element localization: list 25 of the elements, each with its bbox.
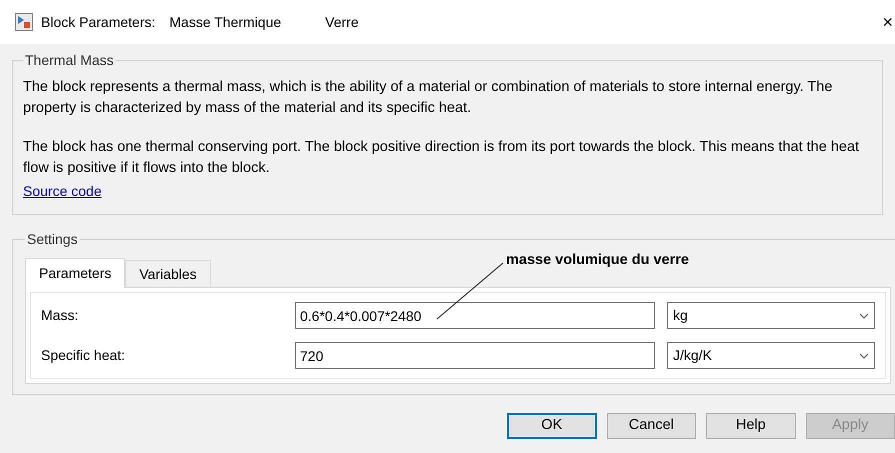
dialog-button[interactable]: Cancel — [606, 413, 696, 439]
close-button[interactable]: × — [882, 13, 893, 31]
chevron-down-icon — [859, 352, 869, 358]
parameter-field[interactable]: 0.6*0.4*0.007*2480 — [295, 302, 655, 329]
source-code-link[interactable]: Source code — [23, 181, 102, 202]
panel-title: Settings — [26, 230, 79, 249]
window-title: Block Parameters: — [41, 12, 156, 32]
parameter-field[interactable]: 720 — [295, 342, 655, 369]
leader-line — [436, 262, 504, 320]
block-name: Masse Thermique — [169, 12, 282, 32]
window-subtitle: Verre — [325, 12, 359, 32]
dialog-button[interactable]: Help — [706, 413, 796, 439]
block-icon — [15, 13, 33, 31]
chevron-down-icon — [859, 312, 869, 318]
tab[interactable]: Variables — [125, 260, 211, 287]
dialog-button[interactable]: OK — [507, 413, 597, 439]
parameter-label: Mass: — [41, 306, 80, 325]
tab[interactable]: Parameters — [25, 258, 126, 288]
unit-dropdown[interactable]: J/kg/K — [667, 342, 875, 369]
description-text: The block has one thermal conserving port. The block positive direction is from its port towards the block. This means that the heat flow is positive if it flows into the block. — [23, 138, 860, 178]
unit-dropdown[interactable]: kg — [667, 302, 875, 329]
panel-title: Thermal Mass — [24, 51, 115, 70]
annotation-text: masse volumique du verre — [506, 251, 689, 270]
description-text: The block represents a thermal mass, which is the ability of a material or combination of materials to store internal energy. The property is characterized by mass of the material and its specific heat. — [23, 78, 834, 118]
parameter-label: Specific heat: — [41, 346, 126, 365]
